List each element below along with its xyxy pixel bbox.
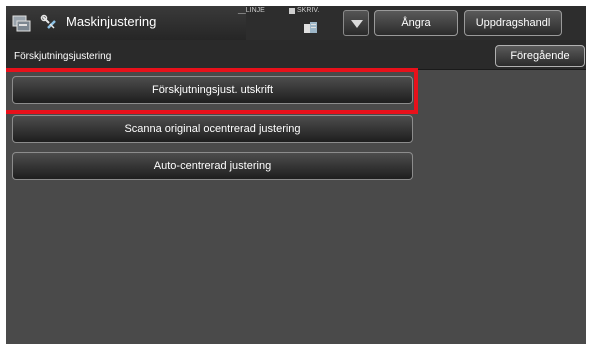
triangle-down-icon: [351, 20, 363, 28]
top-bar: Maskinjustering __LINJE SKRIV. Ångra Upp…: [6, 6, 586, 41]
job-status-icon: [304, 22, 317, 33]
section-title: Förskjutningsjustering: [14, 51, 112, 62]
machine-settings-icon: [12, 15, 31, 32]
selection-highlight: [6, 68, 418, 114]
page-title: Maskinjustering: [66, 14, 157, 29]
option-scanna-ocentrerad-justering[interactable]: Scanna original ocentrerad justering: [12, 115, 413, 143]
screen: Maskinjustering __LINJE SKRIV. Ångra Upp…: [6, 6, 586, 344]
title-panel: Maskinjustering: [6, 6, 246, 41]
status-linje: __LINJE: [238, 7, 265, 14]
adjustment-tool-icon: [40, 14, 56, 29]
option-auto-centrerad-justering[interactable]: Auto-centrerad justering: [12, 152, 413, 180]
previous-button[interactable]: Föregående: [495, 45, 585, 67]
job-list-button[interactable]: Uppdragshandl: [464, 10, 562, 36]
print-indicator-icon: [289, 8, 295, 14]
machine-status: __LINJE SKRIV.: [232, 6, 352, 40]
status-skriv: SKRIV.: [297, 7, 320, 14]
job-dropdown-button[interactable]: [343, 10, 369, 36]
undo-button[interactable]: Ångra: [374, 10, 458, 36]
